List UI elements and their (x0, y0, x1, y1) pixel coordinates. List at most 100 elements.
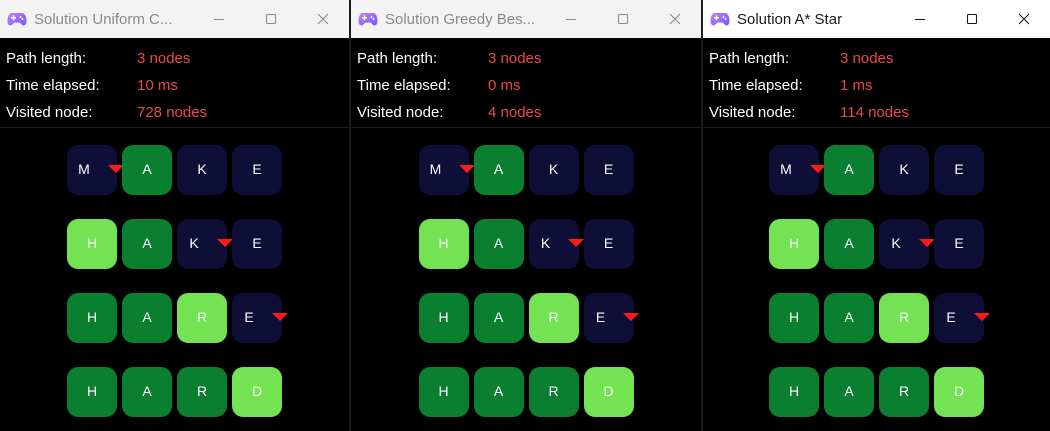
change-marker-icon (459, 165, 476, 173)
stat-label: Visited node: (357, 104, 444, 121)
stat-row: Time elapsed: 10 ms (0, 72, 349, 99)
tile-letter: M (429, 161, 442, 177)
letter-tile: K (528, 145, 579, 195)
letter-tile: R (879, 293, 929, 343)
tile-letter: H (438, 235, 449, 251)
letter-tile: E (583, 145, 634, 195)
tile-letter: A (493, 235, 504, 251)
stat-value: 3 nodes (488, 50, 542, 67)
gamepad-icon (709, 8, 731, 30)
maximize-icon[interactable] (245, 0, 297, 38)
tile-letter: K (540, 235, 551, 251)
title-bar[interactable]: Solution A* Star (703, 0, 1050, 38)
stat-label: Path length: (709, 50, 790, 67)
minimize-icon[interactable] (545, 0, 597, 38)
minimize-icon[interactable] (193, 0, 245, 38)
minimize-icon[interactable] (894, 0, 946, 38)
tile-letter: A (493, 161, 504, 177)
stat-value: 4 nodes (488, 104, 542, 121)
tile-letter: R (196, 309, 208, 325)
letter-tile: A (824, 219, 874, 269)
letter-tile: H (769, 293, 819, 343)
letter-tile: A (122, 145, 172, 195)
title-bar[interactable]: Solution Greedy Bes... (351, 0, 701, 38)
letter-tile: A (122, 219, 172, 269)
stat-row: Path length: 3 nodes (351, 45, 701, 72)
stat-row: Time elapsed: 1 ms (703, 72, 1050, 99)
tile-letter: M (780, 161, 792, 177)
gamepad-icon (357, 8, 379, 30)
letter-tile: A (473, 219, 524, 269)
stat-label: Path length: (6, 50, 87, 67)
letter-tile: K (879, 219, 935, 269)
tile-letter: A (142, 383, 152, 399)
tile-letter: R (898, 309, 910, 325)
maximize-icon[interactable] (946, 0, 998, 38)
stats-panel: Path length: 3 nodes Time elapsed: 1 ms Visi… (703, 38, 1050, 128)
letter-tile: E (232, 219, 282, 269)
tile-letter: R (898, 383, 910, 399)
tile-letter: A (844, 235, 854, 251)
tile-letter: D (603, 383, 614, 399)
ladder-row: HARD (703, 367, 1050, 418)
letter-tile: D (232, 367, 282, 417)
letter-tile: E (232, 145, 282, 195)
ladder-row: HAKE (0, 219, 349, 270)
stat-label: Time elapsed: (6, 77, 100, 94)
stat-value: 0 ms (488, 77, 521, 94)
letter-tile: A (473, 293, 524, 343)
tile-letter: D (953, 383, 965, 399)
ladder-row: HAKE (351, 219, 701, 270)
stat-label: Visited node: (6, 104, 93, 121)
tile-letter: H (86, 235, 98, 251)
tile-letter: E (954, 161, 964, 177)
letter-tile: H (67, 219, 117, 269)
tile-letter: A (844, 161, 854, 177)
close-icon[interactable] (297, 0, 349, 38)
letter-tile: R (177, 367, 227, 417)
tile-letter: A (493, 383, 504, 399)
letter-tile: A (824, 367, 874, 417)
change-marker-icon (216, 239, 233, 247)
letter-tile: E (232, 293, 288, 343)
letter-tile: H (769, 367, 819, 417)
solution-window: Solution Greedy Bes... Path length: 3 node… (351, 0, 701, 431)
close-icon[interactable] (998, 0, 1050, 38)
stat-value: 3 nodes (137, 50, 191, 67)
tile-letter: E (946, 309, 956, 325)
ladder-row: HARE (351, 293, 701, 344)
gamepad-icon (6, 8, 28, 30)
ladder-row: MAKE (703, 145, 1050, 196)
tile-letter: E (252, 235, 262, 251)
stat-value: 728 nodes (137, 104, 208, 121)
stat-value: 10 ms (137, 77, 178, 94)
letter-tile: M (418, 145, 476, 195)
stat-label: Time elapsed: (357, 77, 451, 94)
tile-letter: E (603, 161, 614, 177)
letter-tile: M (67, 145, 124, 195)
tile-letter: E (244, 309, 254, 325)
tile-letter: H (788, 383, 800, 399)
stat-value: 1 ms (840, 77, 873, 94)
window-controls (545, 0, 701, 38)
stat-row: Visited node: 114 nodes (703, 99, 1050, 126)
stat-row: Visited node: 728 nodes (0, 99, 349, 126)
stat-label: Visited node: (709, 104, 796, 121)
ladder-row: HAKE (703, 219, 1050, 270)
maximize-icon[interactable] (597, 0, 649, 38)
change-marker-icon (271, 313, 288, 321)
tile-letter: H (788, 235, 800, 251)
stat-value: 114 nodes (840, 104, 909, 121)
stat-row: Path length: 3 nodes (0, 45, 349, 72)
tile-letter: K (189, 235, 199, 251)
letter-tile: A (122, 367, 172, 417)
title-bar[interactable]: Solution Uniform C... (0, 0, 349, 38)
tile-letter: K (548, 161, 559, 177)
letter-tile: H (769, 219, 819, 269)
letter-tile: H (67, 293, 117, 343)
letter-tile: M (769, 145, 826, 195)
change-marker-icon (918, 239, 935, 247)
stat-row: Visited node: 4 nodes (351, 99, 701, 126)
close-icon[interactable] (649, 0, 701, 38)
letter-tile: K (177, 145, 227, 195)
